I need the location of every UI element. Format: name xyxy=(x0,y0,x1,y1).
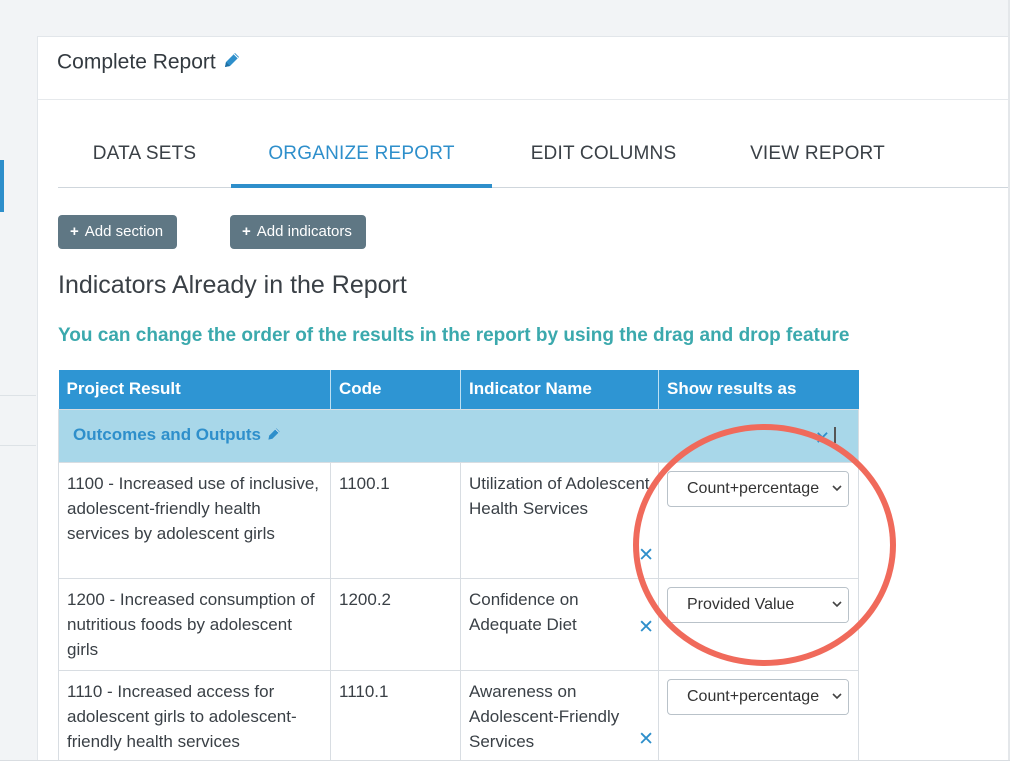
window-right-margin xyxy=(1010,0,1024,774)
column-header-project-result: Project Result xyxy=(58,370,331,409)
drag-drop-hint: You can change the order of the results … xyxy=(58,325,850,346)
panel-header: Complete Report xyxy=(38,37,1011,100)
indicator-name: Utilization of Adolescent Health Service… xyxy=(469,473,650,518)
pencil-icon[interactable] xyxy=(266,424,282,449)
show-results-cell: Count+percentage xyxy=(658,461,859,579)
pencil-icon[interactable] xyxy=(222,50,242,76)
plus-icon: + xyxy=(242,223,251,240)
show-results-cell: Count+percentage xyxy=(658,669,859,763)
show-results-value: Count+percentage xyxy=(687,687,820,705)
indicator-name-cell: Awareness on Adolescent-Friendly Service… xyxy=(460,669,659,763)
indicator-name: Confidence on Adequate Diet xyxy=(469,589,579,634)
sidebar-active-indicator xyxy=(0,160,4,212)
tab-data-sets[interactable]: DATA SETS xyxy=(58,135,231,187)
table-row[interactable]: 1100 - Increased use of inclusive, adole… xyxy=(58,461,859,579)
indicator-name-cell: Utilization of Adolescent Health Service… xyxy=(460,461,659,579)
page-title-text: Complete Report xyxy=(57,50,216,74)
add-section-button[interactable]: + Add section xyxy=(58,215,178,249)
tab-organize-report[interactable]: ORGANIZE REPORT xyxy=(231,135,492,188)
tab-view-report[interactable]: VIEW REPORT xyxy=(715,135,920,187)
remove-indicator-icon[interactable]: ✕ xyxy=(638,543,654,568)
add-section-label: Add section xyxy=(84,223,164,240)
plus-icon: + xyxy=(70,223,79,240)
section-name: Outcomes and Outputs xyxy=(73,425,261,445)
project-result-cell: 1200 - Increased consumption of nutritio… xyxy=(58,577,331,671)
show-results-select[interactable]: Count+percentage xyxy=(667,470,849,507)
indicators-table: Project Result Code Indicator Name Show … xyxy=(58,370,859,763)
sidebar-divider xyxy=(0,395,36,396)
show-results-value: Provided Value xyxy=(687,595,795,613)
page-title: Complete Report xyxy=(57,50,242,76)
column-header-code: Code xyxy=(330,370,461,409)
tab-edit-columns[interactable]: EDIT COLUMNS xyxy=(492,135,715,187)
code-cell: 1110.1 xyxy=(330,669,461,763)
remove-section-icon[interactable]: ✕ xyxy=(815,426,830,451)
code-cell: 1200.2 xyxy=(330,577,461,671)
project-result-cell: 1110 - Increased access for adolescent g… xyxy=(58,669,331,763)
app-background-top xyxy=(0,0,1010,40)
add-indicators-label: Add indicators xyxy=(256,223,352,240)
indicator-name: Awareness on Adolescent-Friendly Service… xyxy=(469,681,620,751)
window-bottom-margin xyxy=(0,760,1010,775)
show-results-select[interactable]: Count+percentage xyxy=(667,678,849,715)
sidebar-divider xyxy=(0,445,36,446)
show-results-select[interactable]: Provided Value xyxy=(667,586,849,623)
column-header-show-results-as: Show results as xyxy=(658,370,859,409)
indicator-name-cell: Confidence on Adequate Diet ✕ xyxy=(460,577,659,671)
section-heading: Indicators Already in the Report xyxy=(58,271,407,299)
add-indicators-button[interactable]: + Add indicators xyxy=(230,215,366,249)
project-result-cell: 1100 - Increased use of inclusive, adole… xyxy=(58,461,331,579)
section-row[interactable]: Outcomes and Outputs ✕ xyxy=(58,408,859,463)
remove-indicator-icon[interactable]: ✕ xyxy=(638,727,654,752)
chevron-down-icon xyxy=(826,471,848,506)
drag-handle-icon[interactable] xyxy=(834,426,836,443)
remove-indicator-icon[interactable]: ✕ xyxy=(638,615,654,640)
chevron-down-icon xyxy=(826,587,848,622)
report-panel: Complete Report DATA SETS ORGANIZE REPOR… xyxy=(37,36,1011,763)
app-sidebar-edge xyxy=(0,0,37,760)
report-tabs: DATA SETS ORGANIZE REPORT EDIT COLUMNS V… xyxy=(58,135,1011,188)
chevron-down-icon xyxy=(826,679,848,714)
show-results-cell: Provided Value xyxy=(658,577,859,671)
column-header-indicator-name: Indicator Name xyxy=(460,370,659,409)
code-cell: 1100.1 xyxy=(330,461,461,579)
table-row[interactable]: 1110 - Increased access for adolescent g… xyxy=(58,669,859,763)
show-results-value: Count+percentage xyxy=(687,479,820,497)
table-row[interactable]: 1200 - Increased consumption of nutritio… xyxy=(58,577,859,671)
